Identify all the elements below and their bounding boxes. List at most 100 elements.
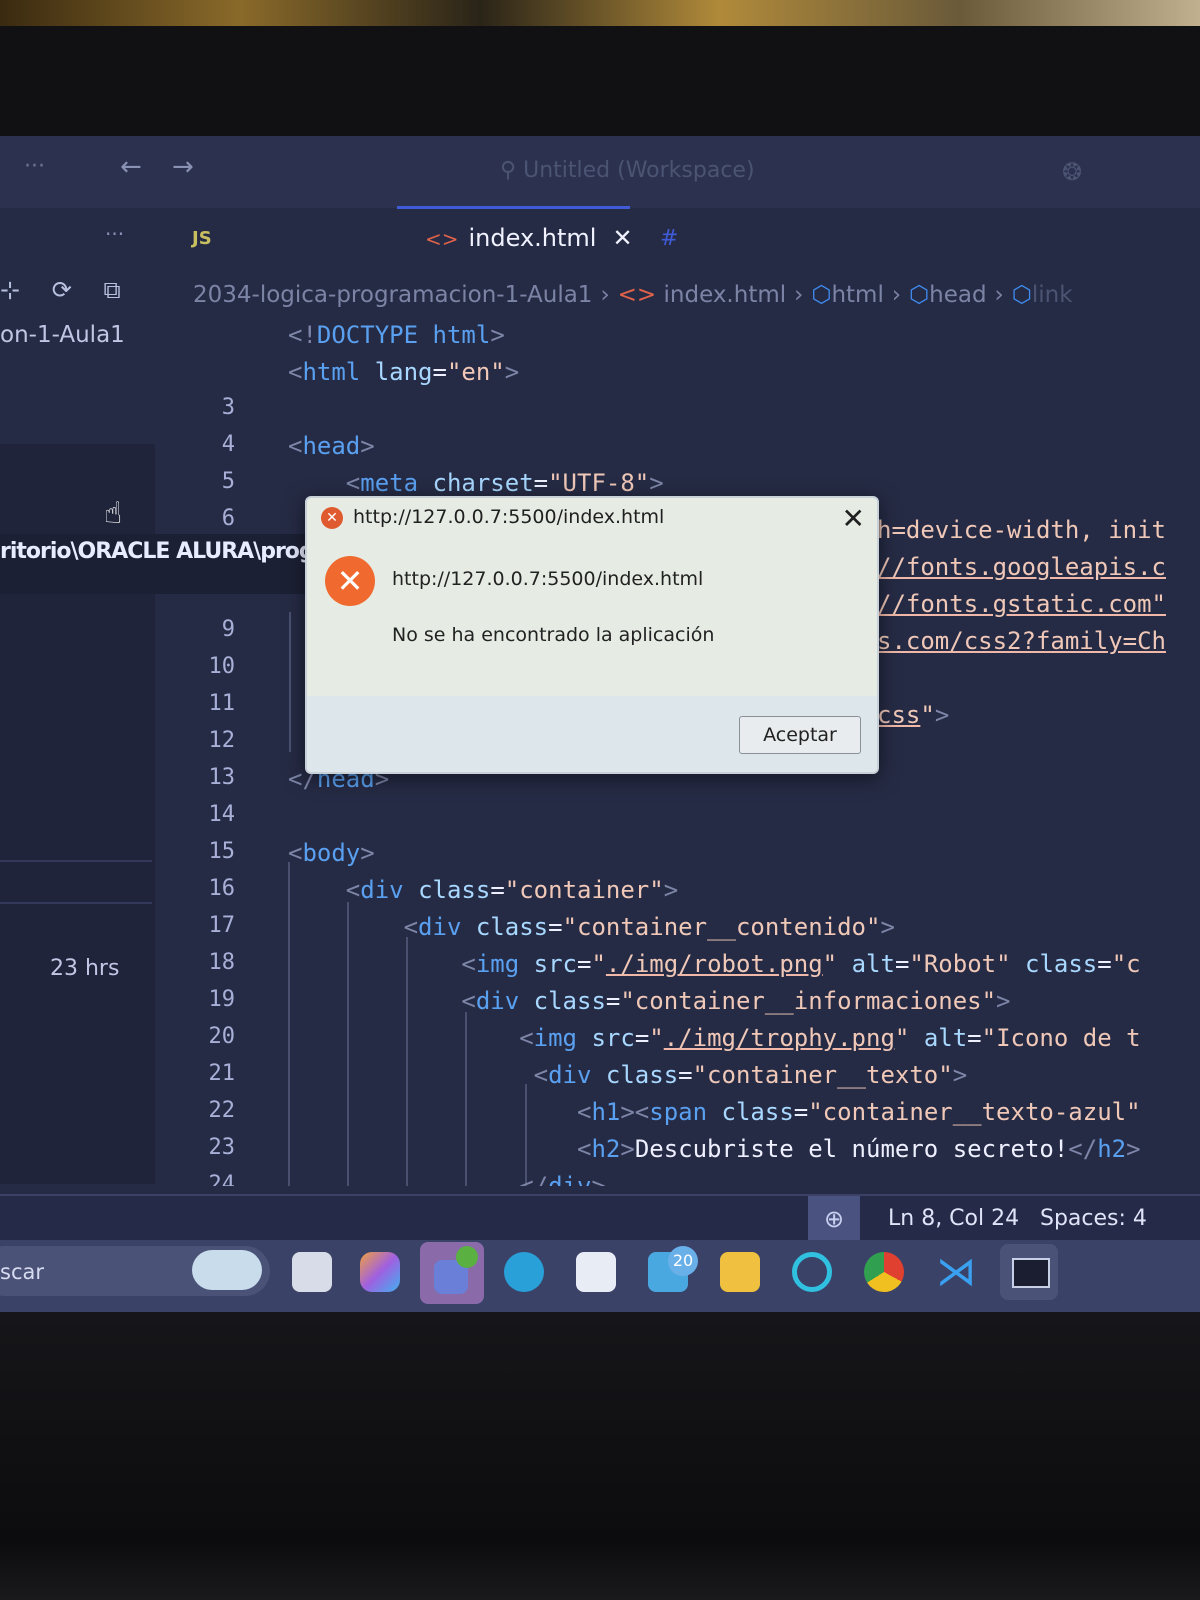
code-line[interactable]: //fonts.googleapis.c — [877, 553, 1166, 581]
line-number: 21 — [208, 1061, 236, 1086]
code-token: div — [548, 1061, 592, 1089]
code-token: < — [577, 1098, 592, 1126]
code-token: < — [519, 1024, 534, 1052]
teams-icon[interactable] — [420, 1242, 484, 1304]
code-line[interactable]: <html lang="en"> — [288, 358, 519, 386]
code-token: < — [403, 913, 419, 941]
code-token: h2 — [591, 1135, 621, 1163]
vscode-icon[interactable]: ⋊ — [936, 1252, 976, 1292]
breadcrumb-folder[interactable]: 2034-logica-programacion-1-Aula1 — [193, 282, 592, 308]
task-view-icon[interactable] — [292, 1252, 332, 1292]
timeline-time: 23 hrs — [50, 956, 120, 981]
tab-css-file[interactable]: # — [660, 226, 678, 251]
accept-button[interactable]: Aceptar — [739, 716, 861, 754]
code-token: </ — [1068, 1135, 1098, 1163]
chrome-icon[interactable] — [864, 1252, 904, 1292]
tab-label: index.html — [468, 224, 597, 252]
cortana-icon[interactable] — [792, 1252, 832, 1292]
code-token: >< — [620, 1098, 650, 1126]
code-token: img — [533, 1024, 577, 1052]
code-token: </ — [519, 1172, 549, 1186]
code-line[interactable]: <div class="container__informaciones"> — [461, 987, 1010, 1015]
code-token: "container__texto-azul" — [808, 1098, 1141, 1126]
tab-index-html[interactable]: <> index.html ✕ — [425, 224, 633, 252]
line-number: 23 — [208, 1135, 236, 1160]
code-token: " — [920, 701, 935, 729]
room-background — [0, 0, 1200, 26]
code-line[interactable]: <h2>Descubriste el número secreto!</h2> — [577, 1135, 1141, 1163]
path-tooltip: ritorio\ORACLE ALURA\progra — [0, 534, 310, 594]
back-button[interactable]: ← — [120, 152, 142, 182]
line-number: 22 — [208, 1098, 236, 1123]
error-dialog: ✕ http://127.0.0.7:5500/index.html ✕ ✕ ht… — [305, 496, 879, 774]
code-token: > — [360, 432, 375, 460]
code-token: head — [302, 432, 361, 460]
dialog-close-button[interactable]: ✕ — [842, 502, 865, 535]
code-line[interactable]: <meta charset="UTF-8"> — [346, 469, 664, 497]
line-number: 16 — [208, 876, 236, 901]
forward-button[interactable]: → — [172, 152, 194, 182]
code-token: div — [548, 1172, 592, 1186]
code-line[interactable]: <div class="container__contenido"> — [404, 913, 895, 941]
explorer-toolbar[interactable]: ⊹ ⟳ ⧉ — [0, 276, 133, 304]
code-token: html — [302, 358, 361, 386]
code-token: "c — [1111, 950, 1141, 978]
code-line[interactable]: <h1><span class="container__texto-azul" — [577, 1098, 1141, 1126]
line-number: 19 — [208, 987, 236, 1012]
command-center-search[interactable]: ⚲ Untitled (Workspace) — [500, 158, 755, 183]
store-icon[interactable] — [576, 1252, 616, 1292]
tab-js-file[interactable]: JS — [192, 228, 212, 249]
code-line[interactable]: <img src="./img/robot.png" alt="Robot" c… — [461, 950, 1140, 978]
zoom-in-icon[interactable]: ⊕ — [808, 1196, 860, 1242]
code-line[interactable]: css"> — [877, 701, 949, 729]
line-number: 14 — [208, 802, 236, 827]
code-line[interactable]: </div> — [519, 1172, 606, 1186]
copilot-icon[interactable]: ❂ — [1062, 158, 1082, 186]
explorer-more-button[interactable]: ··· — [105, 222, 124, 246]
code-line[interactable]: //fonts.gstatic.com" — [877, 590, 1166, 618]
code-token: //fonts.googleapis.c — [877, 553, 1166, 581]
code-token: div — [360, 876, 404, 904]
code-token: ./img/trophy.png — [663, 1024, 895, 1052]
indentation-setting[interactable]: Spaces: 4 — [1040, 1206, 1147, 1231]
code-line[interactable]: <div class="container"> — [346, 876, 678, 904]
code-token: > — [934, 701, 950, 729]
indent-guide — [465, 1012, 467, 1186]
breadcrumb-html[interactable]: html — [831, 282, 883, 308]
code-token: class — [721, 1098, 794, 1126]
code-token: class — [1025, 950, 1098, 978]
file-explorer-icon[interactable] — [720, 1252, 760, 1292]
widgets-icon[interactable] — [192, 1250, 262, 1290]
code-line[interactable]: <body> — [288, 839, 375, 867]
code-line[interactable]: <head> — [288, 432, 375, 460]
line-number: 3 — [221, 395, 235, 420]
divider — [0, 902, 152, 904]
code-line[interactable]: <!DOCTYPE html> — [288, 322, 505, 349]
cursor-position[interactable]: Ln 8, Col 24 — [888, 1206, 1019, 1231]
code-token: h2 — [1097, 1135, 1127, 1163]
close-tab-icon[interactable]: ✕ — [612, 224, 632, 252]
line-number: 5 — [221, 469, 235, 494]
code-line[interactable]: <img src="./img/trophy.png" alt="Icono d… — [519, 1024, 1140, 1052]
breadcrumb-link[interactable]: link — [1032, 282, 1073, 308]
dialog-title: ✕ http://127.0.0.7:5500/index.html — [321, 506, 664, 529]
menu-button[interactable]: ··· — [24, 154, 45, 179]
code-token: "container" — [504, 876, 664, 904]
breadcrumb-file[interactable]: index.html — [664, 282, 787, 308]
breadcrumb-head[interactable]: head — [929, 282, 986, 308]
code-token: ./img/robot.png — [605, 950, 823, 978]
code-line[interactable]: <div class="container__texto"> — [534, 1061, 968, 1089]
desk-background — [0, 1312, 1200, 1600]
dialog-message: No se ha encontrado la aplicación — [392, 624, 715, 646]
explorer-folder[interactable]: on-1-Aula1 — [0, 322, 125, 348]
edge-icon[interactable] — [504, 1252, 544, 1292]
code-line[interactable]: h=device-width, init — [877, 516, 1166, 544]
code-token: = — [533, 469, 549, 497]
code-token: < — [345, 876, 361, 904]
copilot-icon[interactable] — [360, 1252, 400, 1292]
code-line[interactable]: s.com/css2?family=Ch — [877, 627, 1166, 655]
code-token: = — [793, 1098, 809, 1126]
terminal-icon[interactable] — [1000, 1244, 1058, 1300]
